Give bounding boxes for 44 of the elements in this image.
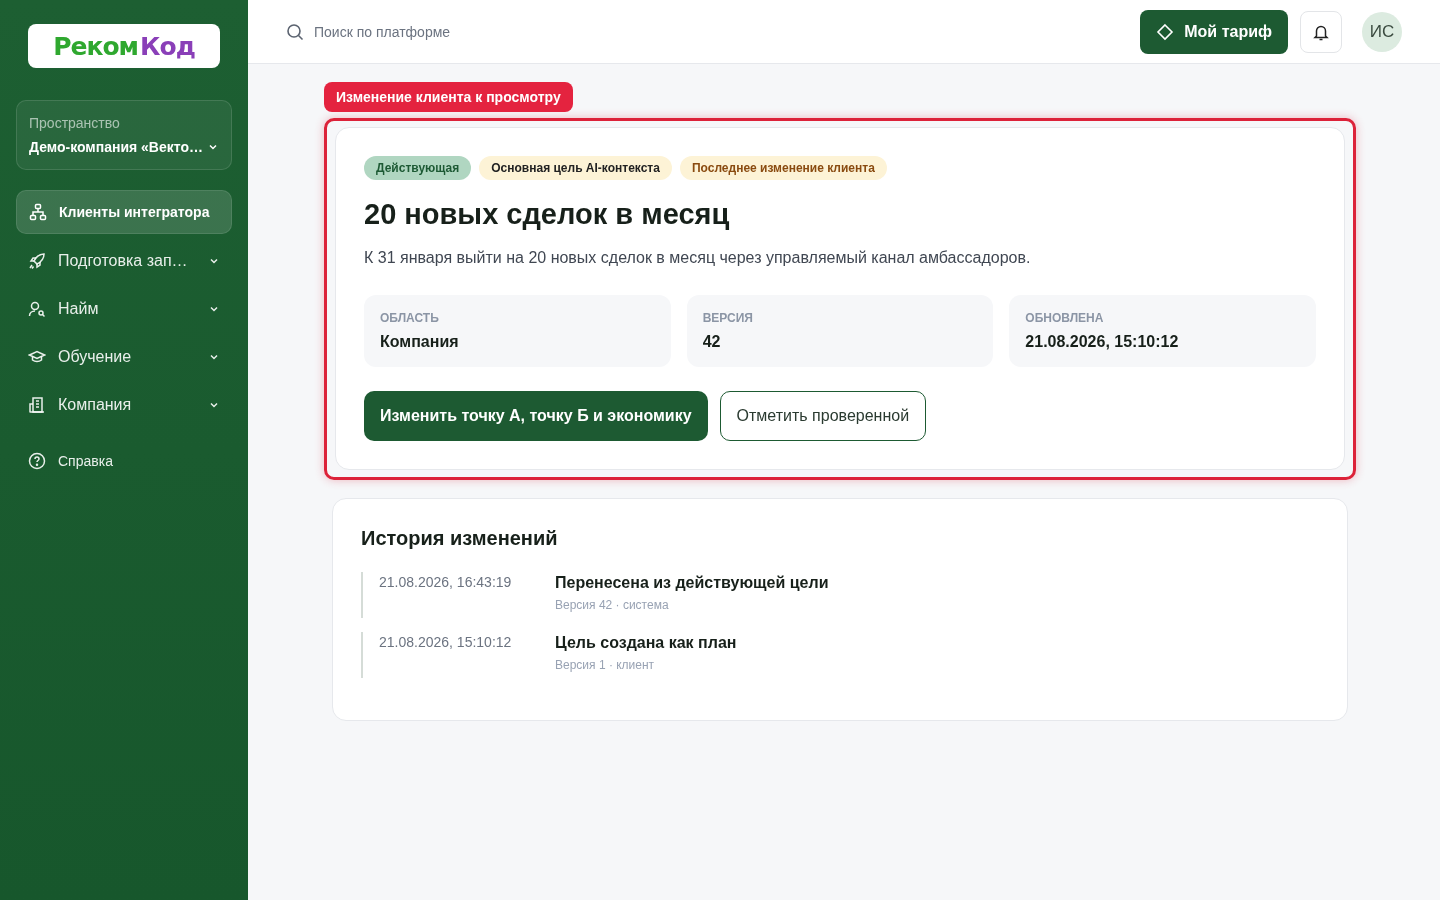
info-value: 42	[702, 333, 722, 351]
search-icon	[286, 22, 304, 41]
entry-meta: Версия 1 · клиент	[555, 658, 656, 672]
info-label: ОБЛАСТЬ	[380, 311, 440, 325]
notifications-button[interactable]	[1300, 10, 1342, 53]
entry-meta: Версия 42 · система	[555, 598, 670, 612]
help-icon	[28, 452, 46, 470]
search-field[interactable]: Поиск по платформе	[312, 22, 576, 41]
rocket-icon	[28, 252, 46, 270]
nav-item[interactable]: Подготовка зап…	[16, 240, 232, 282]
building-icon	[28, 396, 46, 414]
entry-title: Перенесена из действующей цели	[555, 574, 829, 592]
workspace-name: Демо-компания «Векто…	[29, 139, 203, 155]
history-title: История изменений	[361, 527, 559, 550]
mark-reviewed-button[interactable]: Отметить проверенной	[719, 391, 927, 441]
nav-item[interactable]: Клиенты интегратора	[16, 190, 232, 234]
help-link[interactable]: Справка	[16, 440, 232, 482]
logo[interactable]: РекомКод	[28, 24, 220, 68]
status-tag: Основная цель AI-контекста	[479, 156, 672, 180]
entry-time: 21.08.2026, 16:43:19	[379, 574, 513, 592]
edit-button[interactable]: Изменить точку А, точку Б и экономику	[364, 391, 708, 441]
info-label: ВЕРСИЯ	[702, 311, 754, 325]
goal-title: 20 новых сделок в месяц	[364, 198, 731, 231]
status-tag: Последнее изменение клиента	[679, 156, 887, 180]
plan-button[interactable]: Мой тариф	[1140, 9, 1288, 54]
logo-text: Код	[140, 31, 195, 61]
entry-time: 21.08.2026, 15:10:12	[379, 634, 513, 652]
logo-text: Реком	[53, 31, 138, 61]
nav-item[interactable]: Найм	[16, 288, 232, 330]
user-search-icon	[28, 300, 46, 318]
info-value: Компания	[380, 333, 460, 351]
nav-item[interactable]: Компания	[16, 384, 232, 426]
info-label: ОБНОВЛЕНА	[1025, 311, 1105, 325]
workspace-label: Пространство	[29, 115, 121, 131]
nav-item[interactable]: Обучение	[16, 336, 232, 378]
workspace-selector[interactable]: Пространство Демо-компания «Векто…	[16, 100, 232, 170]
review-label: Изменение клиента к просмотру	[324, 82, 573, 112]
diamond-icon	[1156, 22, 1175, 41]
hierarchy-icon	[29, 203, 47, 221]
info-value: 21.08.2026, 15:10:12	[1025, 333, 1180, 351]
status-tag: Действующая	[364, 156, 472, 180]
entry-title: Цель создана как план	[555, 634, 737, 652]
user-avatar[interactable]: ИС	[1362, 11, 1402, 52]
goal-description: К 31 января выйти на 20 новых сделок в месяц через управляемый канал амбассадоров.	[364, 249, 1032, 267]
